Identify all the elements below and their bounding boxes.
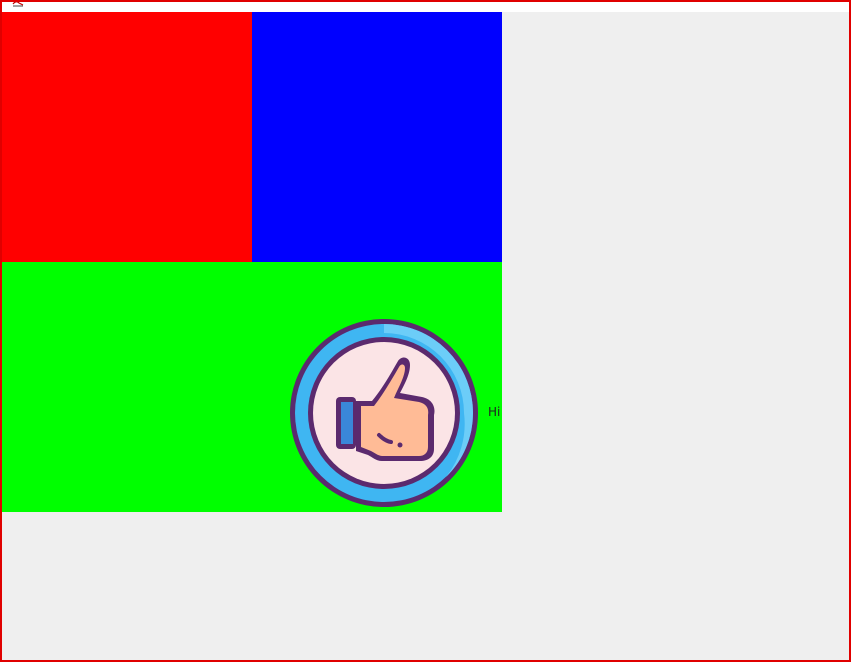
- title-bar: [2, 2, 849, 12]
- like-button[interactable]: [286, 315, 482, 511]
- red-panel: [2, 12, 252, 262]
- blue-panel: [252, 12, 502, 262]
- app-window: Hi: [0, 0, 851, 662]
- app-icon: [12, 2, 24, 7]
- like-label: Hi: [488, 405, 501, 419]
- thumbs-up-icon: [290, 319, 478, 507]
